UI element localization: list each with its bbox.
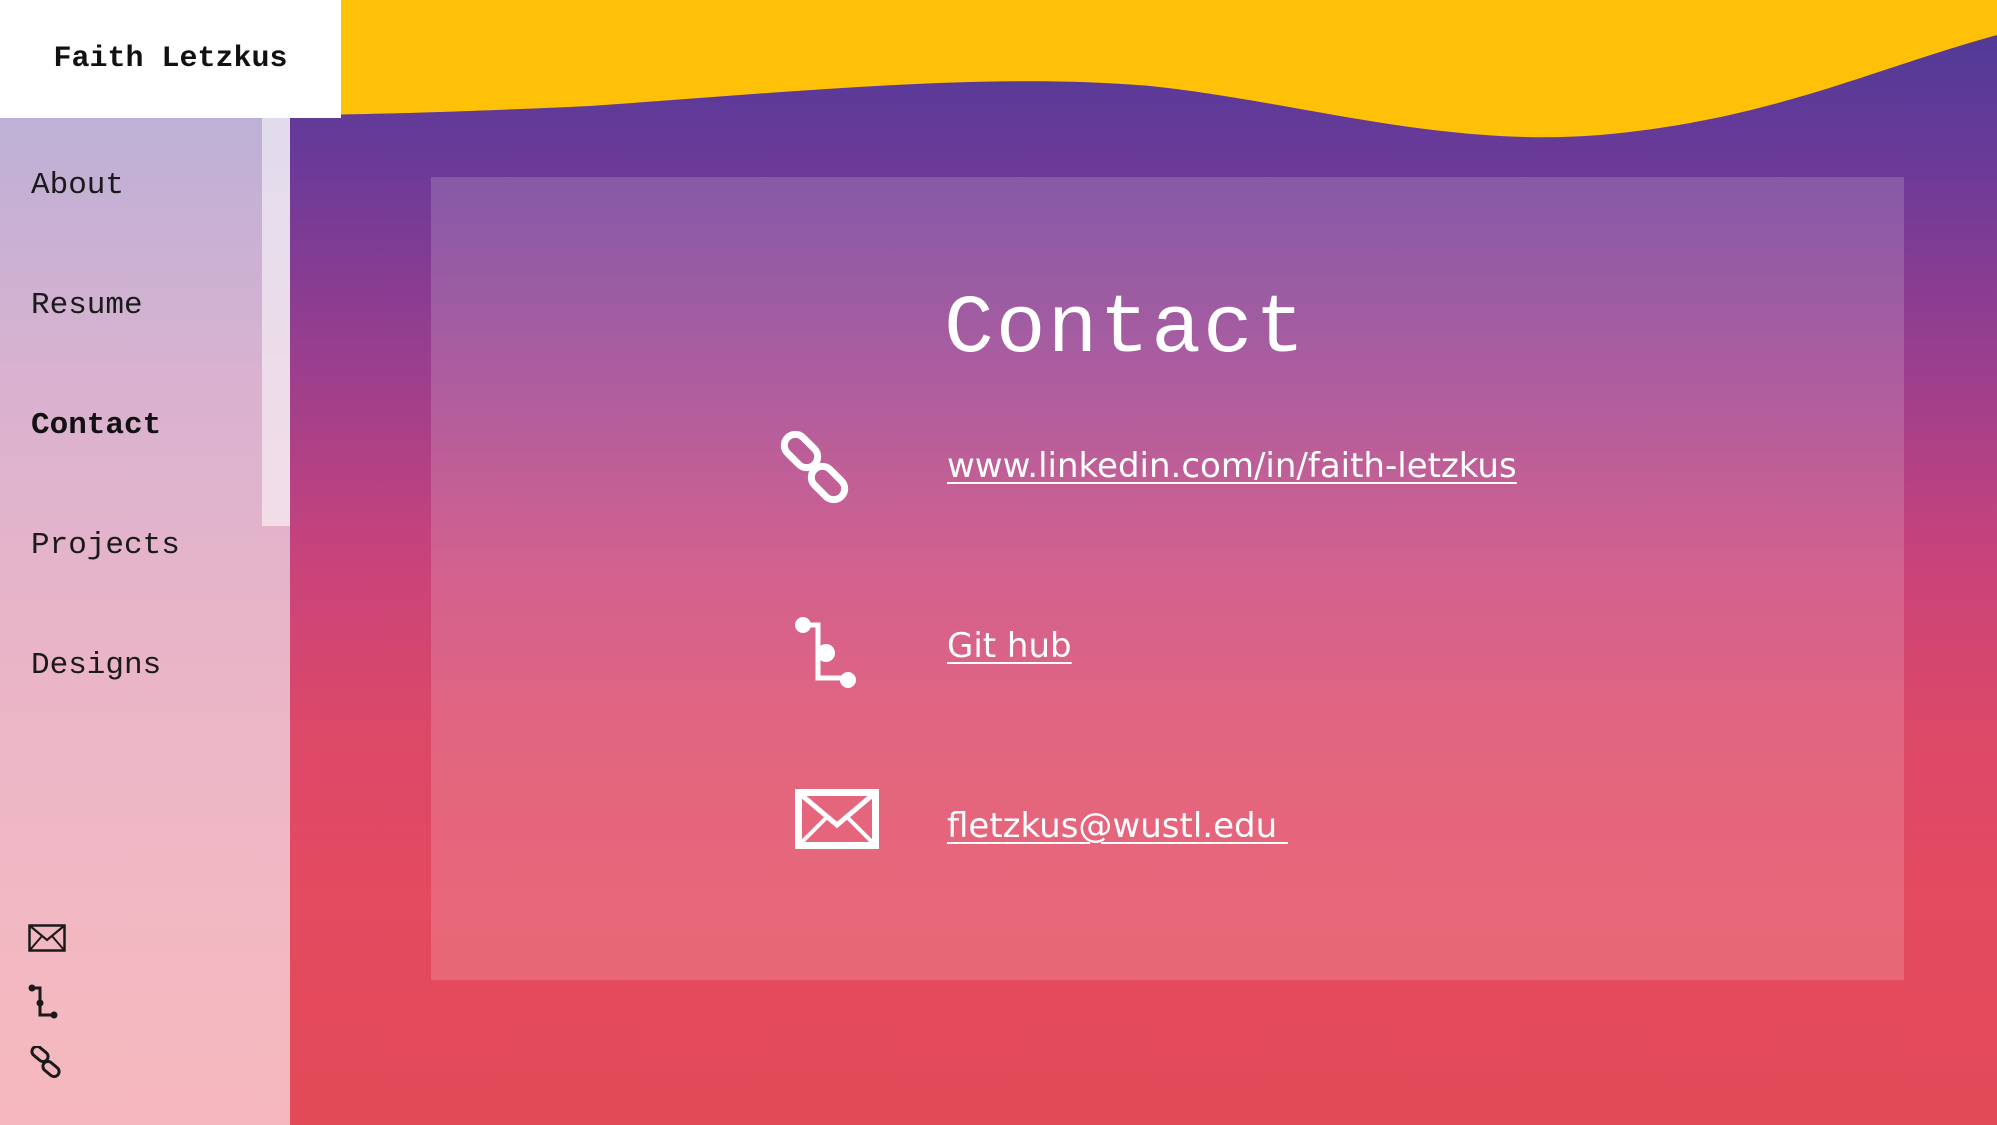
nav-item-about[interactable]: About — [31, 168, 124, 203]
git-branch-icon — [795, 617, 856, 688]
email-link[interactable]: fletzkus@wustl.edu — [947, 806, 1288, 846]
active-nav-indicator — [262, 118, 290, 526]
github-link[interactable]: Git hub — [947, 626, 1072, 666]
page-title: Contact — [944, 282, 1307, 376]
sidebar-git-branch-icon[interactable] — [28, 984, 62, 1020]
mail-icon — [795, 789, 879, 849]
nav-item-designs[interactable]: Designs — [31, 648, 161, 683]
sidebar-link-icon[interactable] — [28, 1046, 64, 1080]
nav-item-resume[interactable]: Resume — [31, 288, 143, 323]
sidebar — [0, 118, 290, 1125]
nav-item-contact[interactable]: Contact — [31, 408, 161, 443]
link-icon — [780, 430, 849, 504]
nav-item-projects[interactable]: Projects — [31, 528, 180, 563]
site-logo[interactable]: Faith Letzkus — [0, 0, 341, 118]
header-wave — [290, 0, 1997, 138]
linkedin-link[interactable]: www.linkedin.com/in/faith-letzkus — [947, 446, 1517, 486]
sidebar-mail-icon[interactable] — [28, 924, 66, 952]
